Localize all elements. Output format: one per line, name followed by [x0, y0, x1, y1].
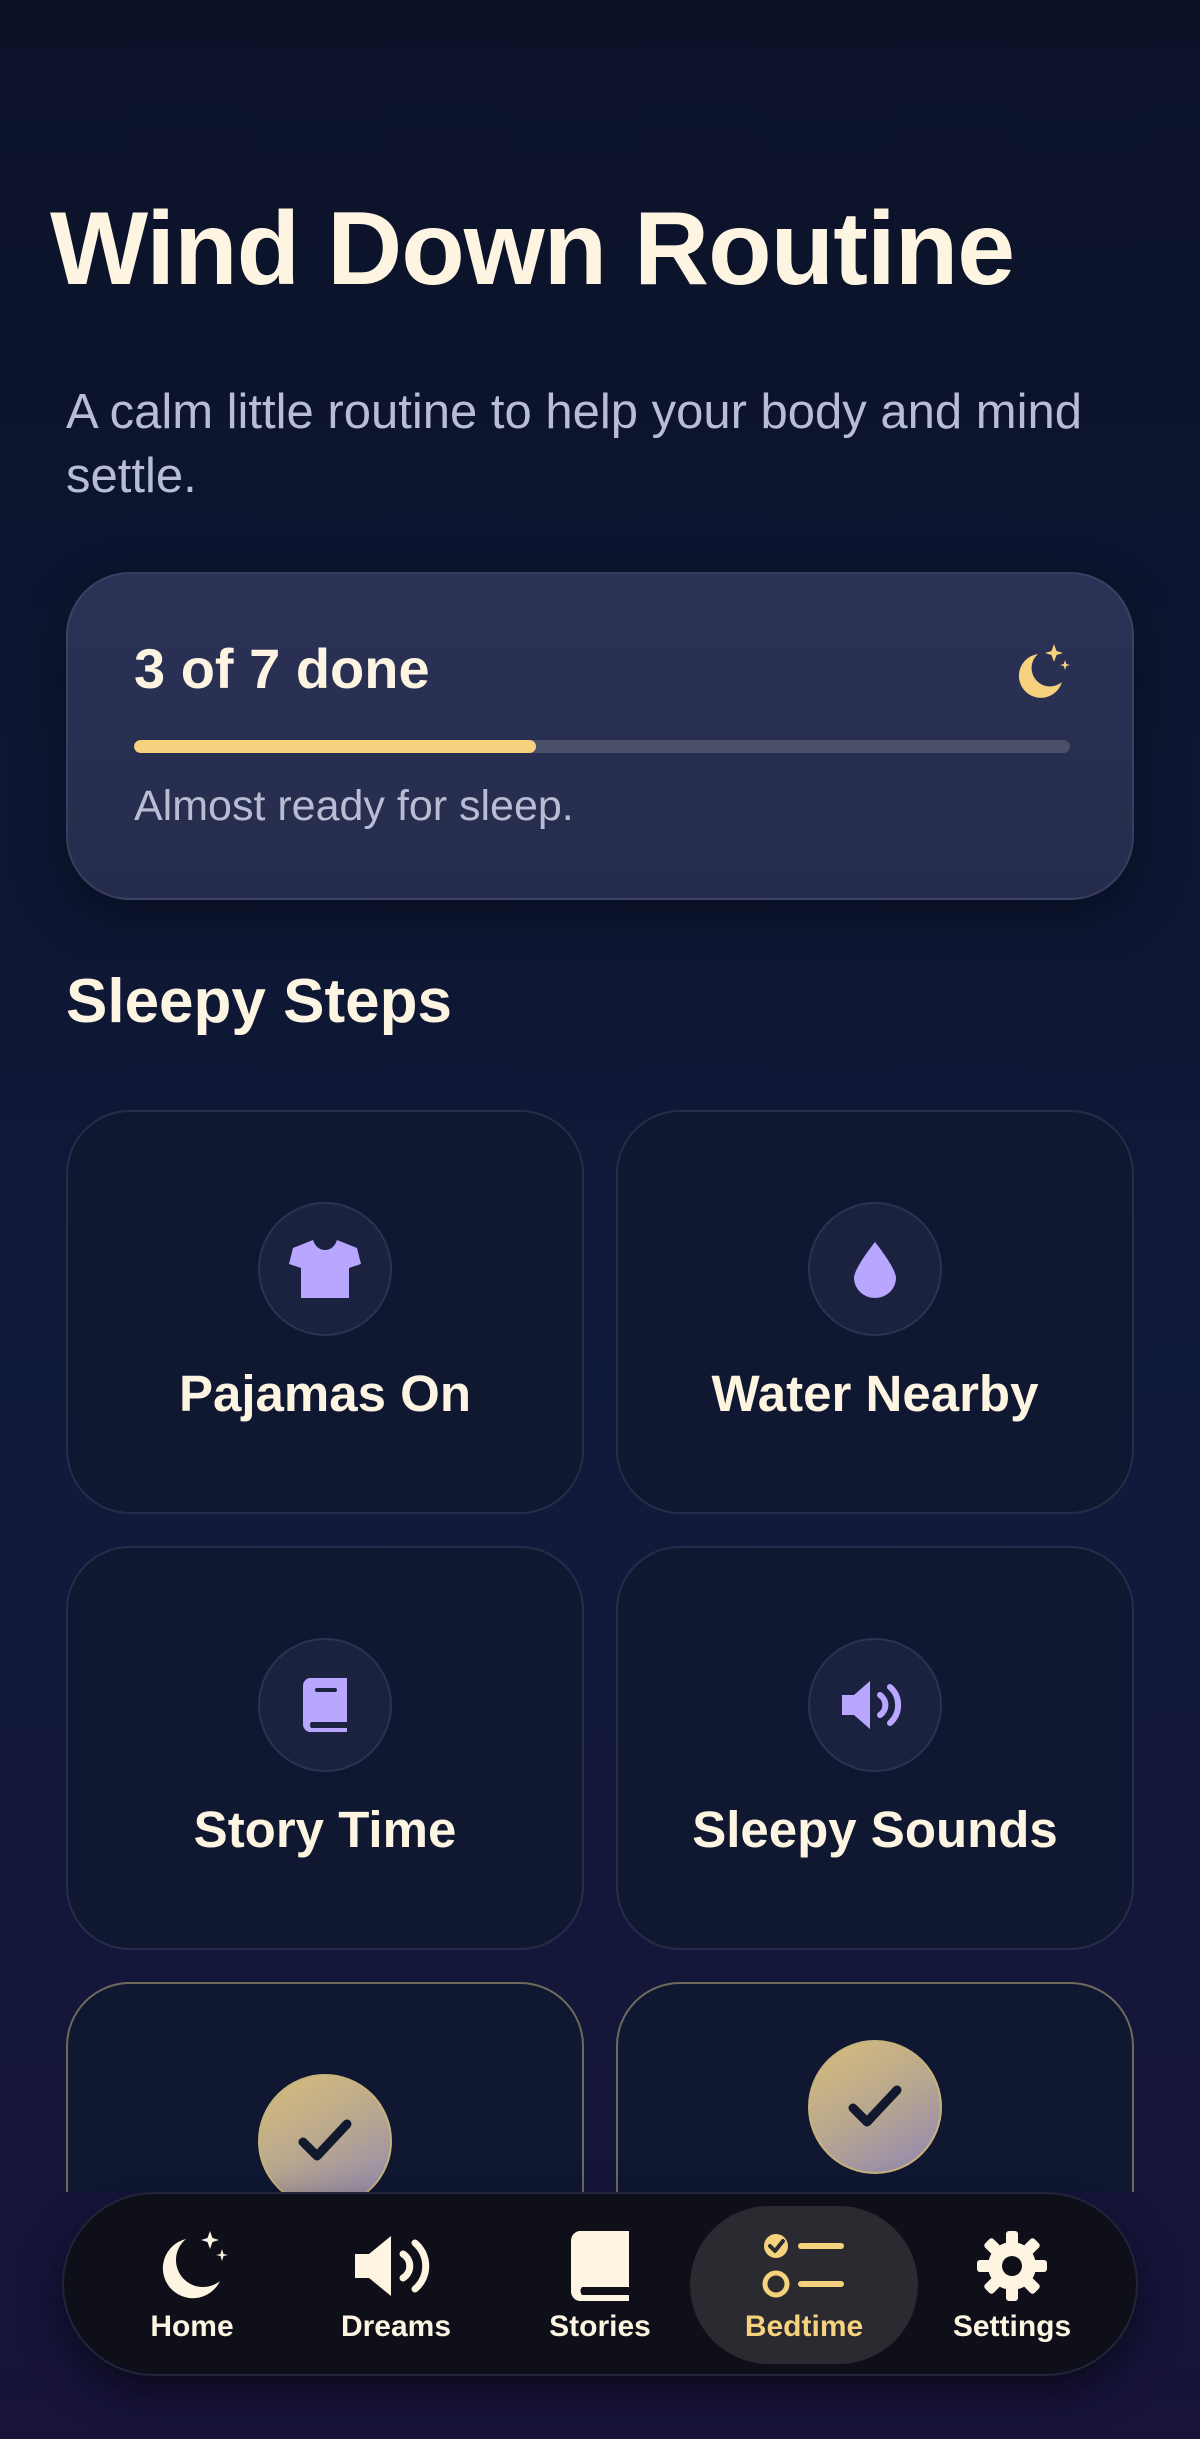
gear-icon — [977, 2231, 1047, 2301]
step-label: Sleepy Sounds — [692, 1801, 1058, 1858]
step-card-done-2[interactable] — [616, 1982, 1134, 2192]
tab-label: Bedtime — [744, 2310, 864, 2343]
book-icon — [302, 1678, 347, 1732]
step-label: Story Time — [193, 1801, 457, 1858]
step-icon-circle — [258, 1638, 392, 1772]
progress-bar-fill — [134, 740, 537, 753]
moon-stars-icon — [1018, 644, 1070, 698]
checklist-icon — [762, 2234, 844, 2298]
progress-bar — [134, 740, 1070, 753]
progress-card: 3 of 7 done Almost ready for sleep. — [66, 572, 1134, 900]
speaker-icon — [842, 1681, 902, 1729]
step-card-sounds[interactable]: Sleepy Sounds — [616, 1546, 1134, 1950]
check-icon — [848, 2085, 902, 2127]
step-label: Pajamas On — [179, 1365, 471, 1422]
page-title: Wind Down Routine — [50, 191, 1015, 307]
droplet-icon — [854, 1242, 896, 1298]
tab-bedtime[interactable]: Bedtime — [690, 2206, 918, 2364]
shirt-icon — [289, 1240, 361, 1298]
step-icon-circle — [808, 1638, 942, 1772]
section-title-sleepy-steps: Sleepy Steps — [66, 967, 452, 1036]
book-icon — [570, 2231, 629, 2301]
moon-stars-icon — [162, 2231, 228, 2299]
tab-label: Home — [150, 2310, 234, 2343]
progress-note: Almost ready for sleep. — [134, 782, 574, 830]
step-icon-circle — [258, 2074, 392, 2192]
steps-grid: Pajamas On Water Nearby Story Time Sleep — [66, 1110, 1134, 2192]
tab-dreams[interactable]: Dreams — [296, 2206, 496, 2364]
tab-home[interactable]: Home — [92, 2206, 292, 2364]
step-card-water[interactable]: Water Nearby — [616, 1110, 1134, 1514]
tab-label: Dreams — [340, 2310, 452, 2343]
step-icon-circle — [258, 1202, 392, 1336]
tab-label: Settings — [952, 2310, 1072, 2343]
step-card-pajamas[interactable]: Pajamas On — [66, 1110, 584, 1514]
tab-label: Stories — [549, 2310, 651, 2343]
step-icon-circle — [808, 1202, 942, 1336]
step-label: Water Nearby — [711, 1365, 1039, 1422]
tab-bar: Home Dreams Stories Bedtime Settings — [62, 2192, 1138, 2376]
step-card-story[interactable]: Story Time — [66, 1546, 584, 1950]
check-icon — [298, 2119, 352, 2161]
progress-count: 3 of 7 done — [134, 637, 430, 700]
tab-settings[interactable]: Settings — [912, 2206, 1112, 2364]
page-subtitle: A calm little routine to help your body … — [66, 385, 1082, 503]
speaker-icon — [355, 2236, 430, 2296]
tab-stories[interactable]: Stories — [500, 2206, 700, 2364]
step-card-done-1[interactable] — [66, 1982, 584, 2192]
step-icon-circle — [808, 2040, 942, 2174]
